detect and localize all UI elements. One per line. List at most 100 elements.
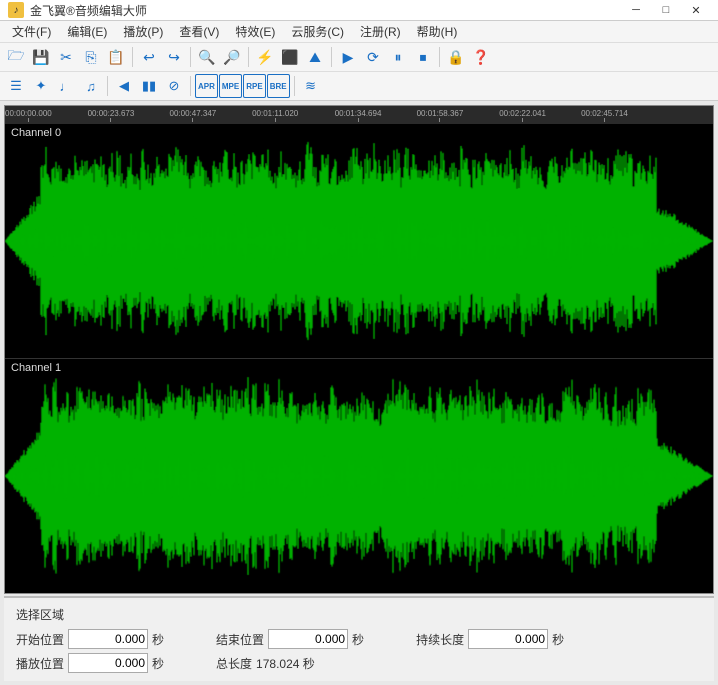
toolbar2-btn-notes[interactable]: ♫ xyxy=(79,74,103,98)
play-pos-unit: 秒 xyxy=(152,655,164,672)
toolbar1-separator xyxy=(331,47,332,67)
toolbar2-btn-bars[interactable]: ▮▮ xyxy=(137,74,161,98)
channel-0: Channel 0 xyxy=(5,124,713,359)
window-title: 金飞翼®音频编辑大师 xyxy=(30,2,622,19)
toolbar2-btn-circle-slash[interactable]: ⊘ xyxy=(162,74,186,98)
ruler-tick xyxy=(28,118,29,122)
ruler-label: 00:01:11.020 xyxy=(252,109,298,118)
ruler-mark: 00:00:23.673 xyxy=(88,109,135,122)
toolbar1-separator xyxy=(248,47,249,67)
channel-1-canvas[interactable] xyxy=(5,359,713,593)
end-pos-field: 结束位置 秒 xyxy=(216,629,364,649)
toolbar1-btn-del-range[interactable]: ⬛ xyxy=(278,45,302,69)
toolbar2-btn-apr[interactable]: APR xyxy=(195,74,218,98)
ruler-label: 00:01:58.367 xyxy=(417,109,464,118)
ruler-tick xyxy=(192,118,193,122)
ruler-tick xyxy=(110,118,111,122)
toolbar2-btn-bre[interactable]: BRE xyxy=(267,74,290,98)
ruler-tick xyxy=(275,118,276,122)
start-pos-field: 开始位置 秒 xyxy=(16,629,164,649)
play-pos-input[interactable] xyxy=(68,653,148,673)
title-bar: ♪ 金飞翼®音频编辑大师 ─ □ ✕ xyxy=(0,0,718,21)
menu-item-file[interactable]: 文件(F) xyxy=(4,21,59,42)
ruler-label: 00:02:45.714 xyxy=(581,109,628,118)
menu-item-register[interactable]: 注册(R) xyxy=(352,21,409,42)
toolbar1-btn-lock[interactable]: 🔒 xyxy=(444,45,468,69)
toolbar1-btn-zoom-in[interactable]: 🔍 xyxy=(195,45,219,69)
menu-item-effects[interactable]: 特效(E) xyxy=(227,21,283,42)
total-length-field: 总长度 178.024 秒 xyxy=(216,655,315,672)
ruler-tick xyxy=(358,118,359,122)
toolbar1-btn-cut[interactable]: ✂ xyxy=(54,45,78,69)
ruler-label: 00:00:00.000 xyxy=(5,109,52,118)
toolbar2-btn-rpe[interactable]: RPE xyxy=(243,74,265,98)
toolbar2-btn-wave[interactable]: ≋ xyxy=(299,74,323,98)
ruler-mark: 00:02:45.714 xyxy=(581,109,628,122)
toolbar1-btn-play[interactable]: ▶ xyxy=(336,45,360,69)
start-pos-unit: 秒 xyxy=(152,631,164,648)
toolbar1-btn-loop-play[interactable]: ⟳ xyxy=(361,45,385,69)
toolbar1-btn-undo[interactable]: ↩ xyxy=(137,45,161,69)
menu-item-cloud[interactable]: 云服务(C) xyxy=(283,21,352,42)
end-pos-unit: 秒 xyxy=(352,631,364,648)
toolbar1-btn-redo[interactable]: ↪ xyxy=(162,45,186,69)
menu-item-view[interactable]: 查看(V) xyxy=(171,21,227,42)
ruler: 00:00:00.000 00:00:23.673 00:00:47.347 00:0… xyxy=(5,106,713,124)
info-row-2: 播放位置 秒 总长度 178.024 秒 xyxy=(16,653,702,673)
play-pos-label: 播放位置 xyxy=(16,655,64,672)
main-content: 00:00:00.000 00:00:23.673 00:00:47.347 00:0… xyxy=(0,101,718,685)
toolbar2-separator xyxy=(107,76,108,96)
ruler-mark: 00:00:47.347 xyxy=(170,109,217,122)
info-rows: 开始位置 秒 结束位置 秒 持续长度 秒 播放位置 xyxy=(16,629,702,673)
toolbar2-btn-back[interactable]: ◀ xyxy=(112,74,136,98)
toolbar2-btn-star[interactable]: ✦ xyxy=(29,74,53,98)
channel-0-canvas[interactable] xyxy=(5,124,713,358)
ruler-tick xyxy=(604,118,605,122)
toolbar1-separator xyxy=(439,47,440,67)
end-pos-label: 结束位置 xyxy=(216,631,264,648)
play-pos-field: 播放位置 秒 xyxy=(16,653,164,673)
end-pos-input[interactable] xyxy=(268,629,348,649)
menu-item-help[interactable]: 帮助(H) xyxy=(409,21,466,42)
toolbar1-btn-stop[interactable]: ⏹ xyxy=(411,45,435,69)
minimize-button[interactable]: ─ xyxy=(622,0,650,20)
toolbar1-btn-paste[interactable]: 📋 xyxy=(104,45,128,69)
waveform-container: 00:00:00.000 00:00:23.673 00:00:47.347 00:0… xyxy=(4,105,714,594)
total-length-value: 178.024 秒 xyxy=(256,655,315,672)
duration-input[interactable] xyxy=(468,629,548,649)
toolbar1-btn-pause[interactable]: ⏸ xyxy=(386,45,410,69)
menu-item-play[interactable]: 播放(P) xyxy=(115,21,171,42)
toolbar2-separator xyxy=(294,76,295,96)
menu-bar: 文件(F)编辑(E)播放(P)查看(V)特效(E)云服务(C)注册(R)帮助(H… xyxy=(0,21,718,43)
maximize-button[interactable]: □ xyxy=(652,0,680,20)
menu-item-edit[interactable]: 编辑(E) xyxy=(59,21,115,42)
toolbar1-btn-help[interactable]: ❓ xyxy=(469,45,493,69)
toolbar2-btn-mpe[interactable]: MPE xyxy=(219,74,242,98)
toolbar1-btn-copy[interactable]: ⎘ xyxy=(79,45,103,69)
toolbar1-separator xyxy=(132,47,133,67)
ruler-tick xyxy=(522,118,523,122)
info-row-1: 开始位置 秒 结束位置 秒 持续长度 秒 xyxy=(16,629,702,649)
ruler-label: 00:00:47.347 xyxy=(170,109,217,118)
toolbar1-btn-fx[interactable]: ⚡ xyxy=(253,45,277,69)
toolbar1-separator xyxy=(190,47,191,67)
toolbar2-btn-list[interactable]: ☰ xyxy=(4,74,28,98)
ruler-mark: 00:01:11.020 xyxy=(252,109,298,122)
channel-1: Channel 1 xyxy=(5,359,713,593)
toolbar1-btn-mount[interactable]: ⛰ xyxy=(303,45,327,69)
start-pos-label: 开始位置 xyxy=(16,631,64,648)
ruler-label: 00:00:23.673 xyxy=(88,109,135,118)
toolbar1-btn-zoom-out[interactable]: 🔎 xyxy=(220,45,244,69)
window-controls: ─ □ ✕ xyxy=(622,0,710,20)
ruler-tick xyxy=(439,118,440,122)
toolbar1-btn-save[interactable]: 💾 xyxy=(29,45,53,69)
ruler-mark: 00:01:34.694 xyxy=(335,109,382,122)
start-pos-input[interactable] xyxy=(68,629,148,649)
toolbar2: ☰✦♩♫ ◀▮▮⊘ APRMPERPEBRE ≋ xyxy=(0,72,718,101)
info-panel: 选择区域 开始位置 秒 结束位置 秒 持续长度 秒 xyxy=(4,596,714,681)
toolbar2-separator xyxy=(190,76,191,96)
toolbar2-btn-note[interactable]: ♩ xyxy=(54,74,78,98)
toolbar1: 🗁💾✂⎘📋 ↩↪ 🔍🔎 ⚡⬛⛰ ▶⟳⏸⏹ 🔒❓ xyxy=(0,43,718,72)
close-button[interactable]: ✕ xyxy=(682,0,710,20)
toolbar1-btn-open[interactable]: 🗁 xyxy=(4,45,28,69)
